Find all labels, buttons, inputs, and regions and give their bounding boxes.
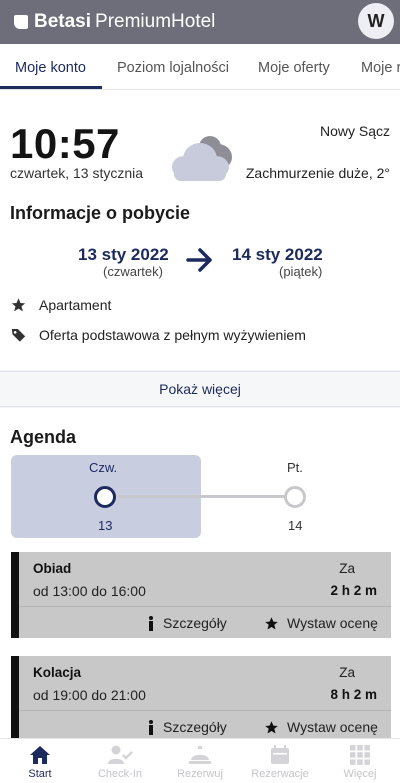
day-dot-friday[interactable]	[284, 486, 306, 508]
offer-row: Oferta podstawowa z pełnym wyżywieniem	[10, 327, 306, 343]
arrow-right-icon	[186, 248, 212, 272]
stay-section-title: Informacje o pobycie	[10, 203, 191, 223]
event-time-remaining: 2 h 2 m	[330, 583, 377, 598]
tab-moje-konto[interactable]: Moje konto	[15, 60, 86, 76]
event-hours: od 13:00 do 16:00	[33, 583, 146, 599]
event-hours: od 19:00 do 21:00	[33, 687, 146, 703]
event-divider	[19, 710, 391, 711]
brand-name-bold: Betasi	[34, 11, 92, 32]
weather-panel: 10:57 czwartek, 13 stycznia Nowy Sącz Za…	[0, 90, 400, 230]
star-icon	[11, 298, 26, 312]
grid-icon	[350, 745, 370, 765]
info-icon	[149, 719, 153, 735]
details-button[interactable]: Szczegóły	[147, 719, 227, 735]
check-out-day: (piątek)	[279, 264, 323, 279]
day-dot-thursday[interactable]	[94, 486, 116, 508]
details-label: Szczegóły	[163, 615, 227, 631]
tab-moje-rezerwacje[interactable]: Moje r	[361, 60, 400, 76]
stay-info: 13 sty 2022 (czwartek) 14 sty 2022 (piąt…	[0, 230, 400, 370]
agenda-event[interactable]: Obiad od 13:00 do 16:00 Za 2 h 2 m Szcze…	[11, 552, 391, 638]
avatar[interactable]: W	[358, 3, 394, 39]
nav-rezerwacje[interactable]: Rezerwacje	[240, 739, 320, 783]
details-label: Szczegóły	[163, 719, 227, 735]
day-num-thursday: 13	[98, 518, 113, 533]
star-icon	[265, 720, 278, 733]
star-icon	[265, 616, 278, 629]
calendar-icon	[271, 745, 289, 764]
room-type: Apartament	[39, 297, 112, 313]
agenda-title: Agenda	[10, 427, 77, 447]
event-za-label: Za	[339, 561, 355, 576]
current-time: 10:57	[10, 120, 120, 167]
agenda-event[interactable]: Kolacja od 19:00 do 21:00 Za 8 h 2 m Szc…	[11, 656, 391, 742]
nav-check-in[interactable]: Check-In	[80, 739, 160, 783]
weather-city: Nowy Sącz	[319, 123, 390, 139]
room-type-row: Apartament	[10, 297, 111, 313]
rate-button[interactable]: Wystaw ocenę	[264, 719, 378, 735]
current-date: czwartek, 13 stycznia	[10, 165, 144, 181]
timeline-line	[105, 495, 295, 498]
nav-label-check-in: Check-In	[97, 768, 143, 780]
nav-rezerwuj[interactable]: Rezerwuj	[160, 739, 240, 783]
day-label-friday[interactable]: Pt.	[287, 460, 303, 475]
nav-label-rezerwacje: Rezerwacje	[251, 768, 309, 780]
active-tab-indicator	[0, 86, 102, 89]
offer-name: Oferta podstawowa z pełnym wyżywieniem	[39, 327, 306, 343]
brand-logo[interactable]: Betasi PremiumHotel	[14, 11, 215, 33]
home-icon	[30, 746, 50, 764]
show-more-button[interactable]: Pokaż więcej	[0, 371, 400, 407]
service-bell-icon	[189, 746, 211, 764]
event-time-remaining: 8 h 2 m	[330, 687, 377, 702]
tag-icon	[11, 329, 26, 342]
event-name: Kolacja	[33, 665, 82, 680]
rate-button[interactable]: Wystaw ocenę	[264, 615, 378, 631]
day-label-thursday[interactable]: Czw.	[89, 460, 117, 475]
check-in-day: (czwartek)	[103, 264, 163, 279]
user-check-icon	[108, 745, 133, 764]
agenda-section: Agenda Czw. 13 Pt. 14 Obiad od 13:00 do …	[0, 408, 400, 742]
info-icon	[149, 615, 153, 631]
logo-icon	[14, 15, 28, 29]
details-button[interactable]: Szczegóły	[147, 615, 227, 631]
rate-label: Wystaw ocenę	[287, 615, 378, 631]
nav-start[interactable]: Start	[0, 739, 80, 783]
event-za-label: Za	[339, 665, 355, 680]
check-out-date: 14 sty 2022	[232, 245, 323, 264]
cloud-icon	[172, 136, 232, 181]
app-header: Betasi PremiumHotel W	[0, 0, 400, 44]
rate-label: Wystaw ocenę	[287, 719, 378, 735]
nav-label-rezerwuj: Rezerwuj	[177, 768, 223, 780]
tab-bar: Moje konto Poziom lojalności Moje oferty…	[0, 44, 400, 90]
check-in-date: 13 sty 2022	[78, 245, 169, 264]
brand-name: PremiumHotel	[95, 11, 216, 32]
nav-label-wiecej: Więcej	[343, 768, 377, 780]
day-num-friday: 14	[288, 518, 303, 533]
weather-conditions: Zachmurzenie duże, 2°	[245, 165, 390, 181]
nav-wiecej[interactable]: Więcej	[320, 739, 400, 783]
nav-label-start: Start	[28, 768, 52, 780]
tab-poziom-lojalnosci[interactable]: Poziom lojalności	[117, 60, 229, 76]
event-name: Obiad	[33, 561, 72, 576]
event-divider	[19, 606, 391, 607]
tab-moje-oferty[interactable]: Moje oferty	[258, 60, 330, 76]
bottom-nav: Start Check-In Rezerwuj Rezerwacje Więce…	[0, 738, 400, 783]
